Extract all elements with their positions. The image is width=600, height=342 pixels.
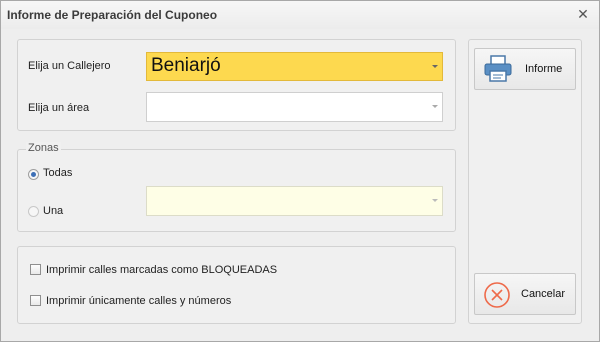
bloqueadas-checkbox[interactable] [30, 264, 41, 275]
chevron-down-icon[interactable] [432, 64, 438, 68]
numeros-checkbox[interactable] [30, 295, 41, 306]
area-label: Elija un área [28, 102, 90, 114]
informe-button[interactable]: Informe [474, 48, 576, 90]
numeros-label[interactable]: Imprimir únicamente calles y números [46, 295, 231, 307]
options-panel: Imprimir calles marcadas como BLOQUEADAS… [17, 246, 456, 324]
cancelar-button[interactable]: Cancelar [474, 273, 576, 315]
cancel-circle-x-icon [484, 282, 510, 308]
una-label[interactable]: Una [43, 205, 63, 217]
callejero-label: Elija un Callejero [28, 60, 111, 72]
button-panel: Informe Cancelar [468, 39, 582, 324]
todas-radio[interactable] [28, 169, 39, 180]
chevron-down-icon[interactable] [432, 199, 438, 202]
zonas-group: Zonas Todas Una [17, 142, 456, 232]
informe-label: Informe [525, 63, 563, 75]
todas-label[interactable]: Todas [43, 167, 72, 179]
area-combobox[interactable] [146, 92, 443, 122]
cancelar-label: Cancelar [521, 288, 566, 300]
callejero-value: Beniarjó [151, 55, 221, 76]
printer-icon [484, 55, 512, 82]
zona-combobox[interactable] [146, 186, 443, 216]
selection-panel: Elija un Callejero Beniarjó Elija un áre… [17, 39, 456, 131]
chevron-down-icon[interactable] [432, 105, 438, 108]
bloqueadas-label[interactable]: Imprimir calles marcadas como BLOQUEADAS [46, 264, 277, 276]
close-icon[interactable]: ✕ [574, 6, 592, 24]
title-bar[interactable]: Informe de Preparación del Cuponeo ✕ [1, 1, 599, 29]
una-radio[interactable] [28, 206, 39, 217]
dialog-window: Informe de Preparación del Cuponeo ✕ Eli… [0, 0, 600, 342]
window-title: Informe de Preparación del Cuponeo [7, 8, 218, 22]
zonas-legend: Zonas [26, 142, 61, 154]
callejero-combobox[interactable]: Beniarjó [146, 52, 443, 81]
